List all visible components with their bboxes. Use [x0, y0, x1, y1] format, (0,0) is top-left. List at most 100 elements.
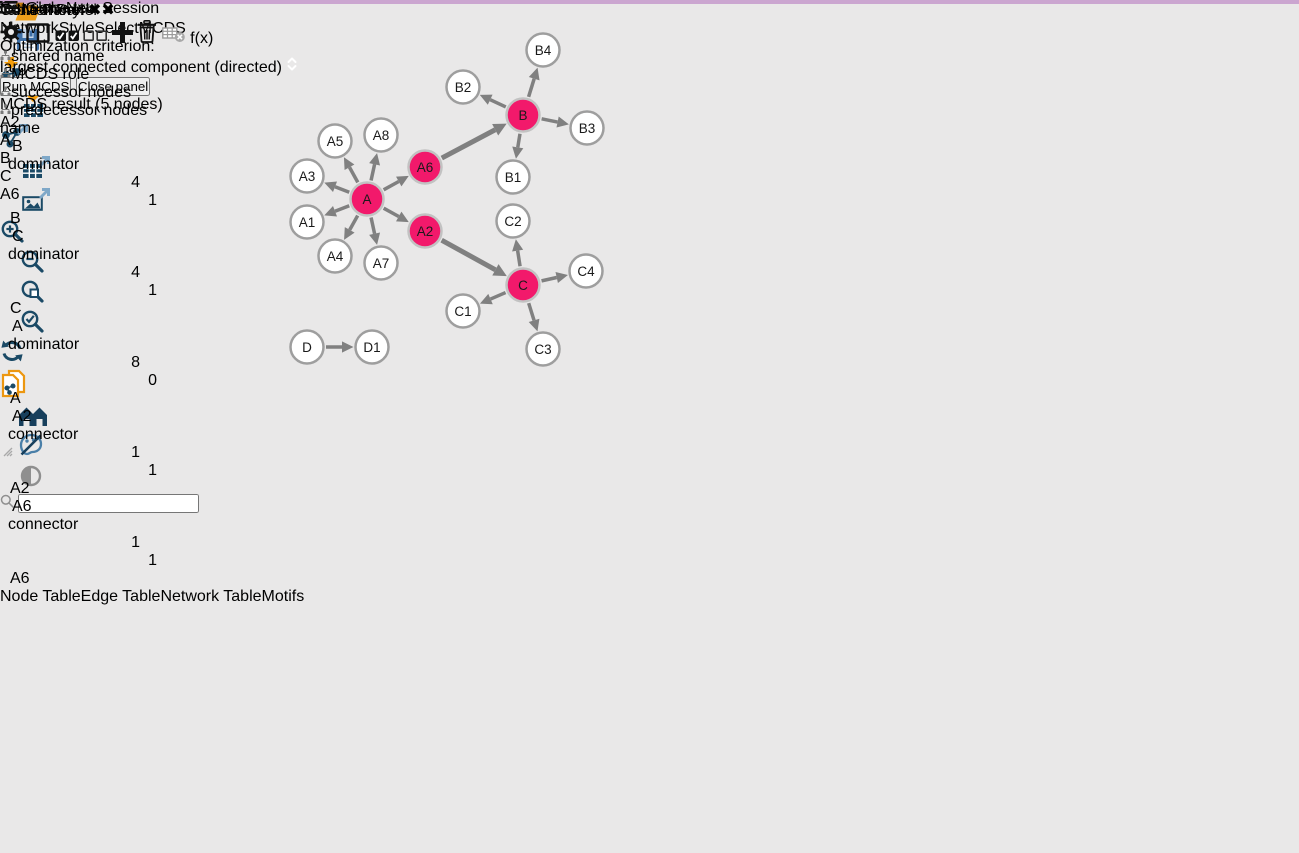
node-label-d1: D1 — [363, 340, 380, 355]
task-history-button[interactable] — [0, 2, 22, 19]
cell-predecessor-nodes[interactable]: 1 — [0, 552, 165, 570]
cell-shared-name[interactable]: C — [0, 228, 135, 246]
cell-MCDS-role[interactable]: connector — [0, 426, 122, 444]
edge-A2-C[interactable] — [442, 240, 496, 270]
tab-edge-table[interactable]: Edge Table — [81, 588, 161, 605]
edge-arrowhead — [342, 341, 354, 352]
edge-A-A8[interactable] — [371, 164, 375, 180]
edge-A-A5[interactable] — [349, 167, 357, 182]
cell-MCDS-role[interactable]: dominator — [0, 336, 122, 354]
cell-name[interactable]: A — [0, 390, 83, 408]
node-label-c3: C3 — [534, 342, 551, 357]
table-row-a6[interactable]: A6connector11A6 — [0, 498, 304, 588]
edge-B-B3[interactable] — [542, 119, 558, 122]
node-label-a4: A4 — [327, 249, 344, 264]
node-label-a: A — [362, 192, 371, 207]
cell-shared-name[interactable]: B — [0, 138, 135, 156]
cell-shared-name[interactable]: A — [0, 318, 135, 336]
deselect-all-columns-button[interactable] — [83, 30, 111, 47]
list-icon — [0, 0, 18, 15]
node-label-c4: C4 — [577, 264, 595, 279]
node-label-b1: B1 — [505, 170, 522, 185]
cell-MCDS-role[interactable]: connector — [0, 516, 122, 534]
column-header-label: name — [0, 120, 40, 137]
column-layout-button[interactable] — [26, 30, 54, 47]
column-header-name[interactable]: name — [0, 120, 83, 138]
node-attribute-table[interactable]: shared nameMCDS rolesuccessor nodesprede… — [0, 48, 304, 588]
tab-node-table[interactable]: Node Table — [0, 588, 81, 605]
cell-shared-name[interactable]: A6 — [0, 498, 135, 516]
table-toolbar: f(x) — [0, 20, 304, 48]
edge-B-B4[interactable] — [529, 79, 535, 97]
edge-B-B2[interactable] — [490, 100, 506, 107]
edge-C-C4[interactable] — [542, 278, 557, 281]
column-type-icon — [0, 66, 11, 83]
column-type-icon — [0, 84, 11, 101]
column-header-label: predecessor nodes — [11, 102, 147, 119]
column-type-icon — [0, 48, 11, 65]
column-header-label: MCDS role — [11, 66, 89, 83]
edge-A-A6[interactable] — [384, 181, 399, 189]
cell-successor-nodes[interactable]: 1 — [0, 444, 156, 462]
edge-B-B1[interactable] — [518, 134, 520, 148]
edge-arrowhead — [512, 239, 523, 251]
column-header-MCDS-role[interactable]: MCDS role — [0, 66, 122, 84]
columns-icon — [26, 23, 50, 43]
close-panel-icon[interactable]: ✖ — [88, 2, 101, 19]
select-all-columns-button[interactable] — [55, 30, 83, 47]
node-label-a7: A7 — [373, 256, 390, 271]
cell-successor-nodes[interactable]: 1 — [0, 534, 156, 552]
memory-status-button[interactable]: Memory — [22, 2, 80, 19]
cell-name[interactable]: A2 — [0, 480, 83, 498]
edge-A-A1[interactable] — [335, 206, 349, 211]
edge-C-C1[interactable] — [491, 293, 506, 300]
cell-predecessor-nodes[interactable]: 1 — [0, 462, 165, 480]
edge-A-A7[interactable] — [371, 218, 375, 234]
cell-shared-name[interactable]: A2 — [0, 408, 135, 426]
column-header-shared-name[interactable]: shared name — [0, 48, 135, 66]
cell-predecessor-nodes[interactable]: 1 — [0, 282, 165, 300]
gear-icon — [0, 21, 22, 43]
cell-successor-nodes[interactable]: 4 — [0, 174, 156, 192]
edge-arrowhead — [529, 68, 540, 81]
cell-MCDS-role[interactable]: dominator — [0, 246, 122, 264]
tab-motifs[interactable]: Motifs — [262, 588, 305, 605]
edge-arrowhead — [512, 146, 523, 158]
node-label-b4: B4 — [535, 43, 552, 58]
table-settings-button[interactable] — [0, 30, 26, 47]
cell-predecessor-nodes[interactable]: 1 — [0, 192, 165, 210]
function-builder-button[interactable]: f(x) — [190, 30, 213, 47]
tab-network-table[interactable]: Network Table — [160, 588, 261, 605]
delete-columns-button[interactable] — [137, 30, 161, 47]
edge-C-C3[interactable] — [529, 303, 534, 320]
table-row-a[interactable]: Adominator80A — [0, 318, 304, 408]
memory-label: Memory — [22, 2, 80, 19]
node-label-c1: C1 — [454, 304, 471, 319]
node-label-b2: B2 — [455, 80, 472, 95]
cell-MCDS-role[interactable]: dominator — [0, 156, 122, 174]
edge-C-C2[interactable] — [518, 251, 520, 267]
edge-A-A3[interactable] — [335, 187, 349, 192]
cell-name[interactable]: B — [0, 210, 83, 228]
cell-name[interactable]: C — [0, 300, 83, 318]
edge-arrowhead — [556, 117, 568, 128]
table-panel: Table Panel ✖ — [0, 0, 304, 606]
edge-A-A2[interactable] — [384, 208, 399, 216]
table-row-c[interactable]: Cdominator41C — [0, 228, 304, 318]
table-row-b[interactable]: Bdominator41B — [0, 138, 304, 228]
edge-A6-B[interactable] — [442, 130, 495, 158]
column-header-predecessor-nodes[interactable]: predecessor nodes — [0, 102, 165, 120]
cell-successor-nodes[interactable]: 4 — [0, 264, 156, 282]
cell-predecessor-nodes[interactable]: 0 — [0, 372, 165, 390]
node-label-a5: A5 — [327, 134, 344, 149]
delete-table-icon — [162, 25, 186, 43]
column-header-successor-nodes[interactable]: successor nodes — [0, 84, 156, 102]
cell-name[interactable]: A6 — [0, 570, 83, 588]
cell-successor-nodes[interactable]: 8 — [0, 354, 156, 372]
edge-arrowhead — [529, 319, 540, 332]
delete-table-button[interactable] — [162, 30, 190, 47]
table-row-a2[interactable]: A2connector11A2 — [0, 408, 304, 498]
edge-arrowhead — [369, 232, 380, 244]
edge-A-A4[interactable] — [350, 216, 358, 230]
add-column-button[interactable] — [112, 30, 137, 47]
